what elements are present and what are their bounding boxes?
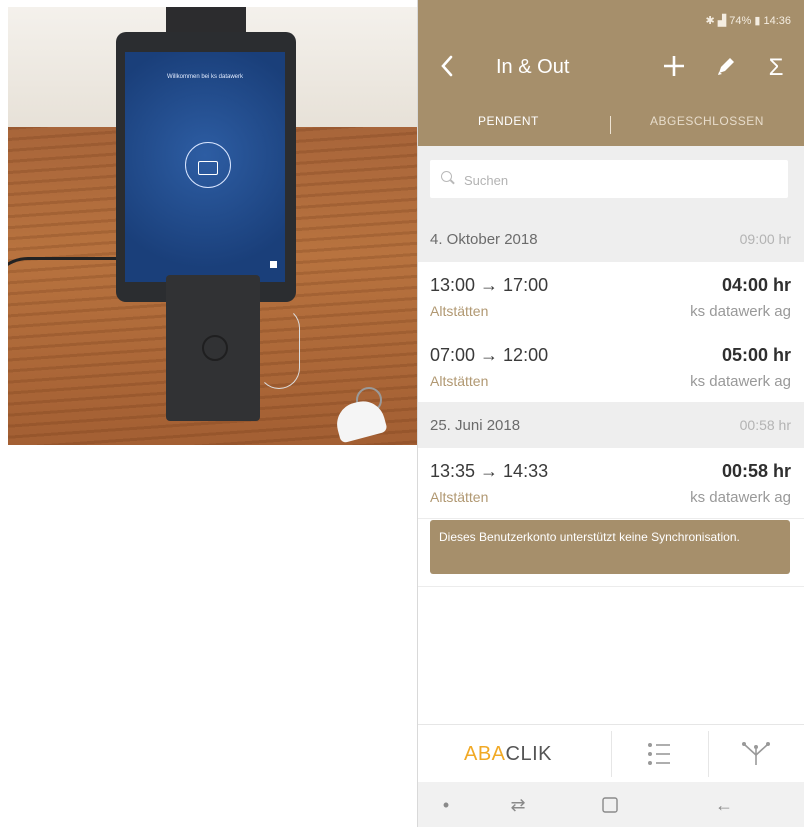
sync-notice-banner: Dieses Benutzerkonto unterstützt keine S… — [430, 520, 790, 574]
entry-organization: ks datawerk ag — [690, 489, 791, 506]
entry-duration: 05:00 hr — [721, 345, 791, 365]
entry-organization: ks datawerk ag — [690, 303, 791, 320]
entry-duration: 04:00 hr — [721, 275, 791, 295]
sigma-icon: Σ — [768, 54, 784, 81]
entry-organization: ks datawerk ag — [690, 373, 791, 390]
bluetooth-icon: ✱ — [705, 15, 715, 27]
home-square-icon — [602, 797, 618, 813]
status-time: 14:36 — [763, 15, 791, 27]
nav-divider — [611, 731, 612, 777]
search-input[interactable] — [462, 166, 766, 194]
network-share-icon — [742, 742, 770, 765]
list-view-button[interactable] — [626, 733, 690, 775]
photo-card-reader — [166, 275, 260, 421]
photo-screen-corner-icon — [270, 261, 277, 268]
page-title: In & Out — [496, 56, 570, 78]
battery-icon: ▮ — [754, 15, 761, 27]
photo-tablet-screen: Willkommen bei ks datawerk — [125, 52, 285, 282]
recent-apps-icon[interactable]: ⇄ — [496, 790, 540, 820]
brand-part-aba: ABA — [464, 743, 506, 765]
entry-location: Altstätten — [430, 303, 489, 319]
abaclik-logo[interactable]: ABACLIK — [464, 743, 552, 766]
date-section-header: 25. Juni 2018 00:58 hr — [418, 402, 804, 448]
photo-usb-cable — [258, 307, 300, 389]
product-photo: Willkommen bei ks datawerk — [8, 7, 417, 445]
reader-sensor-icon — [202, 335, 228, 361]
date-section-header: 4. Oktober 2018 09:00 hr — [418, 216, 804, 262]
entry-time-range: 13:35 → 14:33 — [430, 461, 549, 481]
search-area — [418, 146, 804, 216]
time-entry-row[interactable]: 07:00 → 12:00 05:00 hr Altstätten ks dat… — [418, 332, 804, 403]
section-date: 4. Oktober 2018 — [430, 231, 538, 248]
photo-screen-greeting: Willkommen bei ks datawerk — [166, 74, 244, 80]
section-total: 09:00 hr — [739, 231, 791, 247]
back-chevron-icon — [441, 55, 453, 77]
entry-time-range: 07:00 → 12:00 — [430, 345, 549, 365]
battery-level: 74% — [729, 15, 752, 27]
nav-divider — [708, 731, 709, 777]
add-button[interactable] — [656, 46, 692, 89]
entry-time-range: 13:00 → 17:00 — [430, 275, 549, 295]
brand-part-clik: CLIK — [505, 743, 552, 765]
signal-icon: ▟ — [717, 15, 727, 27]
system-nav-bar: • ⇄ ← — [418, 782, 804, 827]
back-arrow-icon[interactable]: ← — [702, 790, 746, 820]
back-button[interactable] — [440, 48, 470, 84]
home-icon[interactable] — [588, 790, 632, 820]
photo-tablet: Willkommen bei ks datawerk — [116, 32, 296, 302]
tab-divider — [610, 116, 611, 134]
list-divider — [418, 586, 804, 587]
time-entry-row[interactable]: 13:35 → 14:33 00:58 hr Altstätten ks dat… — [418, 448, 804, 519]
share-button[interactable] — [724, 733, 788, 775]
section-total: 00:58 hr — [739, 417, 791, 433]
bottom-nav: ABACLIK — [418, 724, 804, 783]
search-icon — [441, 171, 452, 182]
phone-screen: ✱ ▟ 74% ▮ 14:36 In & Out Σ PENDENT ABGES… — [417, 0, 804, 827]
sum-button[interactable]: Σ — [758, 46, 794, 88]
sync-notice-text: Dieses Benutzerkonto unterstützt keine S… — [439, 530, 740, 544]
tab-bar: PENDENT ABGESCHLOSSEN — [418, 102, 804, 146]
entry-duration: 00:58 hr — [721, 461, 791, 481]
dot-icon[interactable]: • — [424, 790, 468, 820]
plus-icon — [664, 56, 684, 76]
tab-abgeschlossen[interactable]: ABGESCHLOSSEN — [650, 114, 764, 128]
section-date: 25. Juni 2018 — [430, 417, 521, 434]
search-box[interactable] — [430, 160, 788, 198]
status-bar: ✱ ▟ 74% ▮ 14:36 — [705, 14, 791, 27]
entry-location: Altstätten — [430, 373, 489, 389]
list-icon — [648, 743, 670, 765]
app-bar: ✱ ▟ 74% ▮ 14:36 In & Out Σ PENDENT ABGES… — [418, 0, 804, 146]
time-entry-row[interactable]: 13:00 → 17:00 04:00 hr Altstätten ks dat… — [418, 262, 804, 333]
nfc-card-icon — [185, 142, 231, 188]
entry-location: Altstätten — [430, 489, 489, 505]
edit-button[interactable] — [708, 46, 744, 88]
tab-pendent[interactable]: PENDENT — [478, 114, 539, 128]
pencil-icon — [718, 58, 734, 75]
